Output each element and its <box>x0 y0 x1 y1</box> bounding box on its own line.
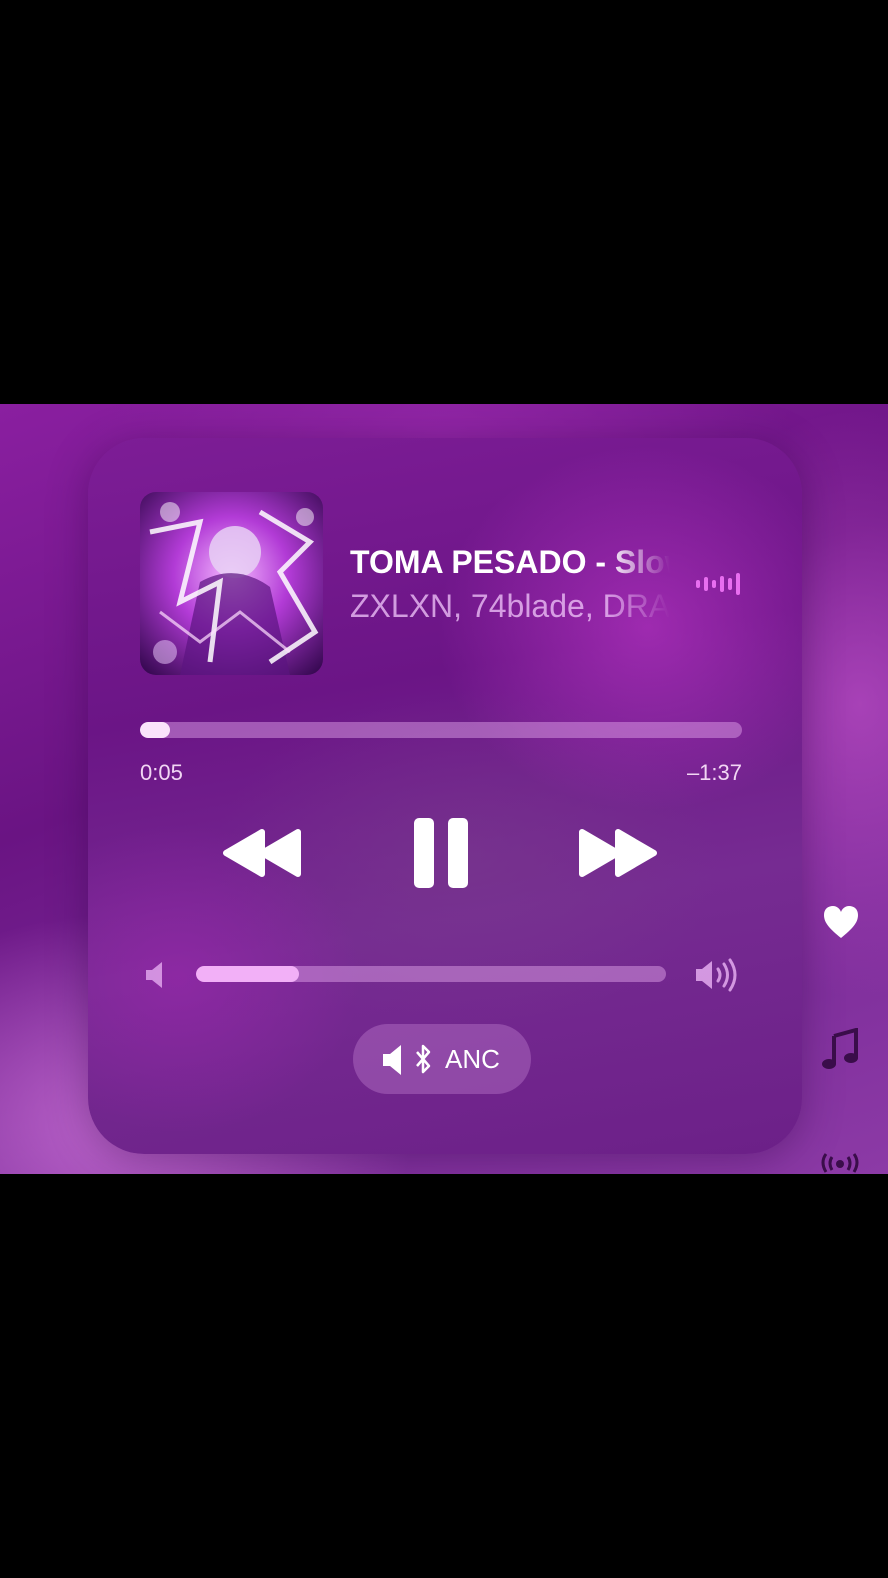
album-art[interactable] <box>140 492 323 675</box>
volume-low-icon <box>144 960 166 990</box>
rewind-icon <box>223 829 301 877</box>
broadcast-icon[interactable] <box>818 1152 862 1174</box>
audio-output-button[interactable]: ANC <box>353 1024 531 1094</box>
playback-scrubber[interactable] <box>140 722 742 738</box>
audio-waveform-icon <box>696 572 744 596</box>
heart-icon[interactable] <box>822 904 860 945</box>
elapsed-time: 0:05 <box>140 760 183 785</box>
pause-icon <box>414 818 468 888</box>
track-artists: ZXLXN, 74blade, DRAGO <box>350 588 670 624</box>
music-note-icon[interactable] <box>822 1027 858 1075</box>
volume-slider[interactable] <box>196 966 666 982</box>
now-playing-screen: TOMA PESADO - Slowed ZXLXN, 74blade, DRA… <box>0 404 888 1174</box>
track-title: TOMA PESADO - Slowed <box>350 544 670 580</box>
remaining-time: –1:37 <box>686 760 742 785</box>
rewind-button[interactable] <box>222 828 304 878</box>
volume-level-fill <box>196 966 300 982</box>
track-info[interactable]: TOMA PESADO - Slowed ZXLXN, 74blade, DRA… <box>350 542 670 626</box>
audio-output-label: ANC <box>445 1044 500 1074</box>
fast-forward-button[interactable] <box>576 828 658 878</box>
volume-high-icon <box>694 958 740 992</box>
fast-forward-icon <box>579 829 657 877</box>
playback-progress-fill <box>140 722 171 738</box>
pause-button[interactable] <box>412 816 470 890</box>
media-player-card: TOMA PESADO - Slowed ZXLXN, 74blade, DRA… <box>88 438 802 1154</box>
album-art-image <box>140 492 323 675</box>
speaker-bluetooth-icon <box>383 1044 431 1075</box>
